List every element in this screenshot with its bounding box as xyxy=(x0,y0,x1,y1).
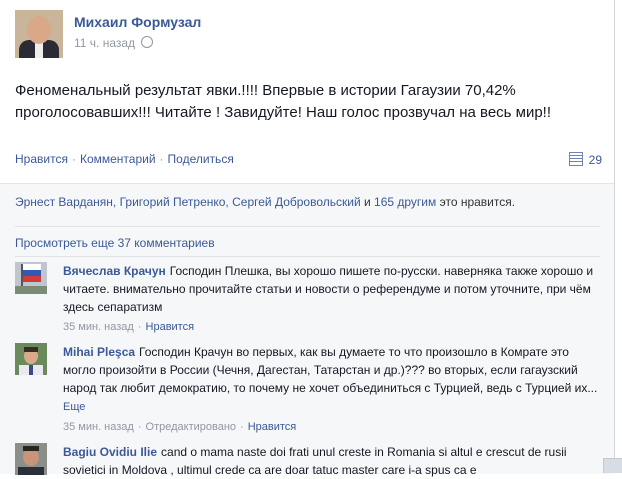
edited-label[interactable]: Отредактировано xyxy=(146,421,237,433)
comment-item: Mihai Pleşca Господин Крачун во первых, к… xyxy=(15,343,600,435)
author-name[interactable]: Михаил Формузал xyxy=(74,14,201,30)
post-meta: 11 ч. назад xyxy=(74,36,154,50)
comment-text: Господин Крачун во первых, как вы думает… xyxy=(63,345,598,395)
commenter-name[interactable]: Вячеслав Крачун xyxy=(63,264,166,278)
post-actions: Нравится · Комментарий · Поделиться xyxy=(15,152,234,166)
share-link[interactable]: Поделиться xyxy=(168,152,234,166)
globe-icon[interactable] xyxy=(141,36,154,48)
comment-like-link[interactable]: Нравится xyxy=(248,421,297,433)
comment-item: Bagiu Ovidiu Ilie cand o mama naste doi f… xyxy=(15,443,600,477)
likes-sentence: Эрнест Варданян, Григорий Петренко, Серг… xyxy=(15,195,516,209)
likers-others-link[interactable]: 165 другим xyxy=(374,195,436,209)
post-text: Феноменальный результат явки.!!!! Впервы… xyxy=(15,82,552,121)
comment-body: Bagiu Ovidiu Ilie cand o mama naste doi f… xyxy=(63,443,598,479)
comment-icon xyxy=(568,152,583,166)
commenter-name[interactable]: Mihai Pleşca xyxy=(63,345,135,359)
comment-body: Вячеслав Крачун Господин Плешка, вы хорош… xyxy=(63,262,598,336)
comment-time[interactable]: 35 мин. назад xyxy=(63,321,134,333)
commenter-avatar[interactable] xyxy=(15,343,47,375)
commenter-avatar[interactable] xyxy=(15,443,47,475)
view-more-comments[interactable]: Просмотреть еще 37 комментариев xyxy=(15,236,215,250)
post-card: Михаил Формузал 11 ч. назад Феноменальны… xyxy=(0,0,615,477)
divider xyxy=(15,226,600,227)
post-timestamp[interactable]: 11 ч. назад xyxy=(74,36,135,50)
see-more-link[interactable]: Еще xyxy=(63,401,85,413)
comment-item: Вячеслав Крачун Господин Плешка, вы хорош… xyxy=(15,262,600,334)
like-link[interactable]: Нравится xyxy=(15,152,68,166)
comment-meta: 35 мин. назад · Нравится xyxy=(63,321,195,333)
comment-body: Mihai Pleşca Господин Крачун во первых, к… xyxy=(63,343,598,436)
comment-like-link[interactable]: Нравится xyxy=(146,321,195,333)
likers-names[interactable]: Эрнест Варданян, Григорий Петренко, Серг… xyxy=(15,195,361,209)
window-resize-corner[interactable] xyxy=(603,458,622,473)
commenter-avatar[interactable] xyxy=(15,262,47,294)
commenter-name[interactable]: Bagiu Ovidiu Ilie xyxy=(63,445,157,459)
author-avatar[interactable] xyxy=(15,10,63,58)
comment-count[interactable]: 29 xyxy=(568,152,602,167)
comment-time[interactable]: 35 мин. назад xyxy=(63,421,134,433)
comment-meta: 35 мин. назад · Отредактировано · Нравится xyxy=(63,421,297,433)
comment-link[interactable]: Комментарий xyxy=(80,152,156,166)
divider xyxy=(15,256,600,257)
